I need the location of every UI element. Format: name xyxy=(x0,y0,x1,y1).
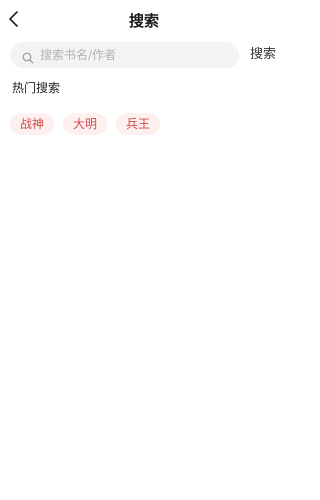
header: 搜索 xyxy=(0,0,288,40)
hot-search-title: 热门搜索 xyxy=(12,81,61,95)
hot-search-tag[interactable]: 兵王 xyxy=(116,113,161,135)
search-icon xyxy=(22,49,34,64)
hot-search-tags: 战神 大明 兵王 xyxy=(10,113,161,135)
search-input[interactable] xyxy=(40,42,230,68)
search-box[interactable] xyxy=(10,42,239,68)
page-title: 搜索 xyxy=(128,12,159,30)
hot-search-tag[interactable]: 战神 xyxy=(10,113,55,135)
search-page: 搜索 搜索 热门搜索 战神 大明 兵王 xyxy=(0,0,288,500)
hot-search-tag[interactable]: 大明 xyxy=(63,113,108,135)
search-button[interactable]: 搜索 xyxy=(250,42,276,68)
search-row: 搜索 xyxy=(10,42,280,68)
